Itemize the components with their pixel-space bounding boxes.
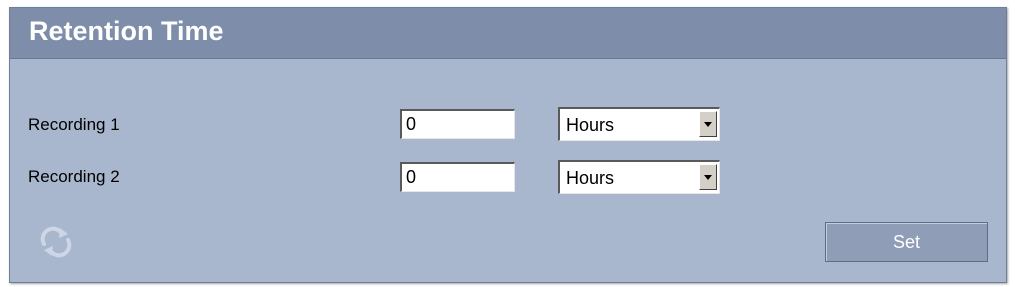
recording-1-retention-input[interactable] (400, 109, 515, 139)
dropdown-arrow-button[interactable] (699, 164, 717, 190)
refresh-icon[interactable] (32, 224, 80, 260)
chevron-down-icon (704, 175, 712, 180)
recording-1-unit-value: Hours (566, 115, 615, 135)
panel-header: Retention Time (10, 8, 1006, 59)
recording-2-unit-value: Hours (566, 168, 615, 188)
recording-1-label: Recording 1 (28, 115, 120, 134)
recording-2-retention-input[interactable] (400, 162, 515, 192)
recording-2-label: Recording 2 (28, 167, 120, 186)
retention-time-panel: Retention Time Recording 1 Hours Recordi… (9, 7, 1007, 283)
recording-2-unit-select[interactable]: Hours (558, 160, 720, 194)
chevron-down-icon (704, 122, 712, 127)
dropdown-arrow-button[interactable] (699, 111, 717, 137)
page-title: Retention Time (29, 16, 224, 46)
recording-1-unit-select[interactable]: Hours (558, 107, 720, 141)
set-button[interactable]: Set (825, 222, 988, 262)
